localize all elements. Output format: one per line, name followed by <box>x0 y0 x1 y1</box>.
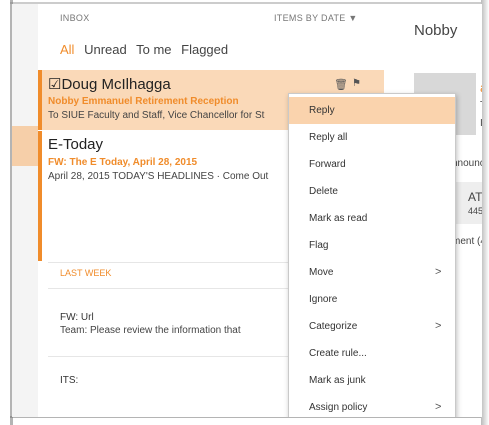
flag-icon[interactable]: ⚑ <box>352 78 361 89</box>
message-subject: FW: The E Today, April 28, 2015 <box>48 157 198 168</box>
message-preview: To SIUE Faculty and Staff, Vice Chancell… <box>48 110 265 121</box>
menu-item-categorize[interactable]: Categorize > <box>289 313 455 340</box>
menu-item-forward[interactable]: Forward <box>289 151 455 178</box>
menu-item-flag[interactable]: Flag <box>289 232 455 259</box>
folder-rail[interactable] <box>12 4 38 417</box>
folder-title: INBOX <box>60 13 90 23</box>
message-sender: ☑Doug McIlhagga <box>48 76 171 93</box>
sort-label: ITEMS BY DATE <box>274 13 346 23</box>
message-preview: Team: Please review the information that <box>60 325 241 336</box>
caret-down-icon: ▼ <box>348 13 358 23</box>
reading-text: I <box>480 118 482 129</box>
menu-item-reply[interactable]: Reply <box>289 97 455 124</box>
trash-icon[interactable]: 🗑 <box>334 78 348 91</box>
reading-text: T <box>480 100 482 111</box>
menu-item-move[interactable]: Move > <box>289 259 455 286</box>
checkbox-checked-icon[interactable]: ☑ <box>48 76 61 93</box>
reading-sender-name: Nobby <box>414 22 458 39</box>
mail-window: INBOX ITEMS BY DATE ▼ All Unread To me F… <box>12 4 482 417</box>
chevron-right-icon: > <box>435 401 442 413</box>
reading-text: nnounc <box>452 158 482 169</box>
message-sender: E-Today <box>48 136 104 153</box>
menu-item-reply-all[interactable]: Reply all <box>289 124 455 151</box>
filter-to-me[interactable]: To me <box>136 42 171 57</box>
filter-bar: All Unread To me Flagged <box>60 42 234 57</box>
message-subject: Nobby Emmanuel Retirement Reception <box>48 96 239 107</box>
sort-dropdown[interactable]: ITEMS BY DATE ▼ <box>274 13 358 23</box>
menu-item-mark-as-junk[interactable]: Mark as junk <box>289 367 455 394</box>
chevron-right-icon: > <box>435 320 442 332</box>
right-shadow <box>481 0 489 425</box>
group-header-last-week: LAST WEEK <box>60 268 112 278</box>
filter-unread[interactable]: Unread <box>84 42 127 57</box>
menu-item-create-rule[interactable]: Create rule... <box>289 340 455 367</box>
message-subject[interactable]: ITS: <box>60 375 78 386</box>
menu-item-ignore[interactable]: Ignore <box>289 286 455 313</box>
folder-rail-selection <box>12 126 38 166</box>
menu-item-mark-as-read[interactable]: Mark as read <box>289 205 455 232</box>
context-menu: Reply Reply all Forward Delete Mark as r… <box>288 93 456 417</box>
filter-all[interactable]: All <box>60 42 74 57</box>
filter-flagged[interactable]: Flagged <box>181 42 228 57</box>
menu-item-delete[interactable]: Delete <box>289 178 455 205</box>
reading-text: a <box>480 80 482 95</box>
attachment-size: 445 b <box>468 206 482 216</box>
attachment-label: ment (44 <box>452 236 482 247</box>
message-preview: April 28, 2015 TODAY'S HEADLINES · Come … <box>48 171 269 182</box>
message-subject[interactable]: FW: Url <box>60 312 94 323</box>
menu-item-assign-policy[interactable]: Assign policy > <box>289 394 455 417</box>
chevron-right-icon: > <box>435 266 442 278</box>
attachment-name: ATT <box>468 190 482 204</box>
